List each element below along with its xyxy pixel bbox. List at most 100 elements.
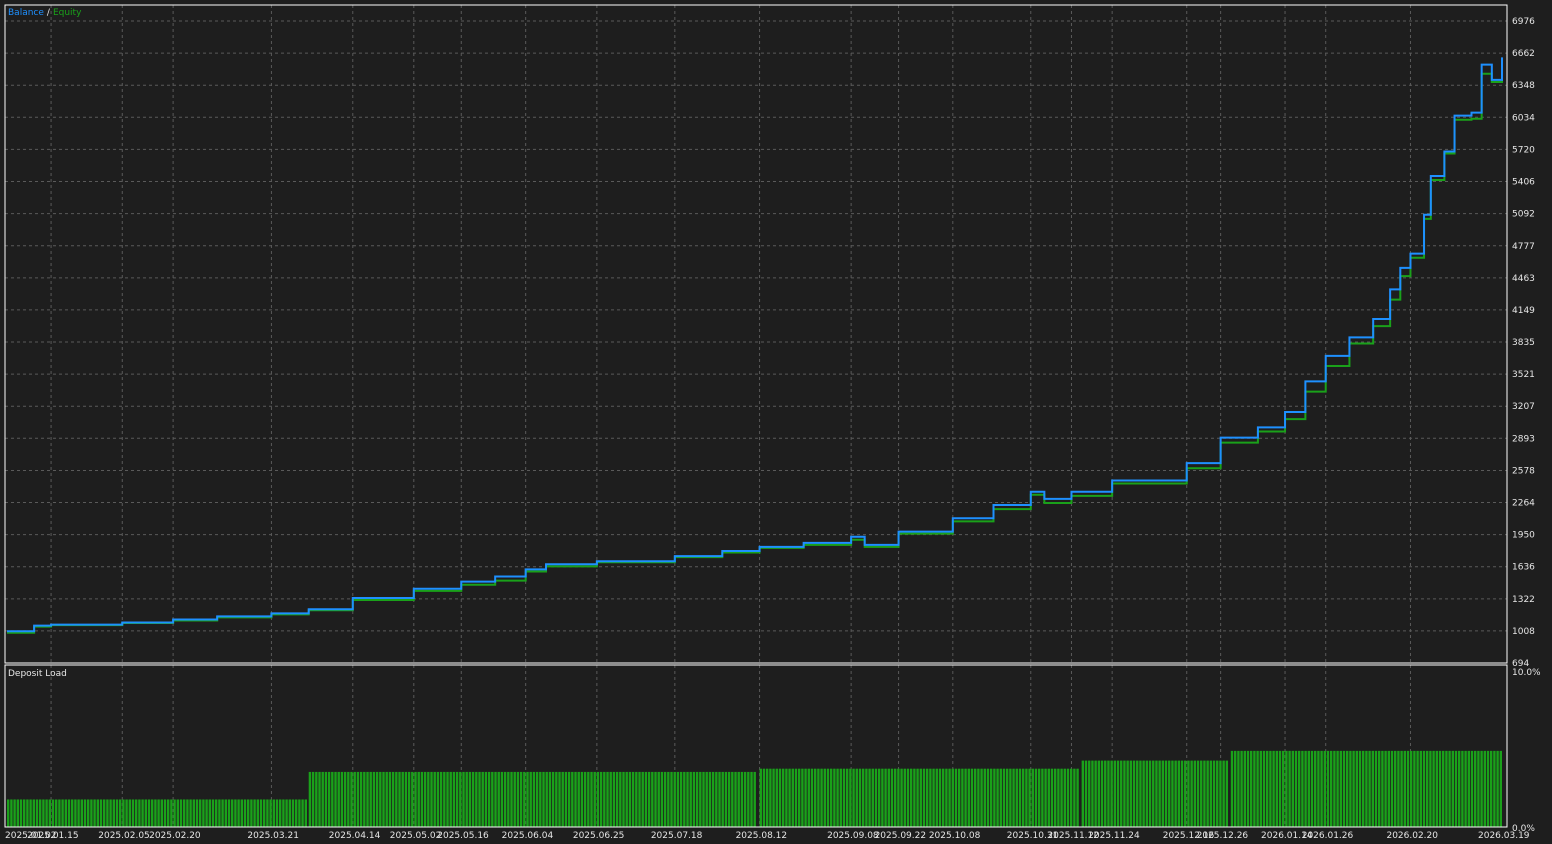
- deposit-load-bar: [932, 768, 935, 827]
- deposit-load-bar: [1419, 750, 1422, 827]
- deposit-load-bar: [1371, 750, 1374, 827]
- deposit-load-title: Deposit Load: [8, 669, 67, 679]
- deposit-load-bar: [1012, 768, 1015, 827]
- deposit-load-bar: [571, 771, 574, 827]
- deposit-load-bar: [141, 799, 144, 827]
- deposit-load-bar: [253, 799, 256, 827]
- deposit-load-bar: [638, 771, 641, 827]
- deposit-load-bar: [705, 771, 708, 827]
- deposit-load-bar: [90, 799, 93, 827]
- deposit-load-bar: [1499, 750, 1502, 827]
- deposit-load-bar: [561, 771, 564, 827]
- deposit-load-bar: [1005, 768, 1009, 827]
- deposit-load-bar: [1148, 760, 1152, 827]
- deposit-load-bar: [1116, 760, 1120, 827]
- deposit-load-bar: [628, 771, 632, 827]
- deposit-load-bar: [1240, 750, 1243, 827]
- deposit-load-bar: [935, 768, 938, 827]
- deposit-load-bar: [945, 768, 948, 827]
- deposit-load-bar: [929, 768, 932, 827]
- deposit-load-bar: [243, 799, 247, 827]
- deposit-load-bar: [1091, 760, 1094, 827]
- deposit-load-bar: [234, 799, 237, 827]
- deposit-load-bar: [167, 799, 170, 827]
- deposit-load-bar: [353, 771, 356, 827]
- deposit-load-ymax-label: 10.0%: [1512, 668, 1541, 678]
- deposit-load-bar: [871, 768, 874, 827]
- deposit-load-bar: [507, 771, 510, 827]
- deposit-load-bar: [577, 771, 580, 827]
- deposit-load-bar: [83, 799, 87, 827]
- x-tick-label: 2025.02.05: [98, 831, 150, 841]
- deposit-load-bar: [484, 771, 488, 827]
- deposit-load-bar: [938, 768, 942, 827]
- y-tick-label: 6034: [1512, 113, 1535, 123]
- deposit-load-bar: [500, 771, 504, 827]
- deposit-load-bar: [1393, 750, 1397, 827]
- deposit-load-bar: [151, 799, 154, 827]
- deposit-load-bar: [961, 768, 964, 827]
- deposit-load-bar: [417, 771, 420, 827]
- deposit-load-bar: [285, 799, 288, 827]
- deposit-load-bar: [673, 771, 676, 827]
- deposit-load-bar: [1390, 750, 1394, 827]
- deposit-load-bar: [1212, 760, 1216, 827]
- y-tick-label: 5092: [1512, 210, 1535, 220]
- deposit-load-bar: [615, 771, 619, 827]
- deposit-load-bar: [1076, 768, 1079, 827]
- deposit-load-bar: [1294, 750, 1298, 827]
- x-tick-label: 2025.05.16: [437, 831, 489, 841]
- deposit-load-bar: [109, 799, 112, 827]
- deposit-load-bar: [794, 768, 798, 827]
- deposit-load-bar: [980, 768, 983, 827]
- deposit-load-bar: [989, 768, 993, 827]
- legend-equity-label: Equity: [53, 8, 82, 18]
- deposit-load-bar: [1422, 750, 1426, 827]
- deposit-load-bar: [996, 768, 999, 827]
- deposit-load-bar: [801, 768, 804, 827]
- deposit-load-bar: [1041, 768, 1044, 827]
- deposit-load-bar: [715, 771, 718, 827]
- deposit-load-bar: [1063, 768, 1066, 827]
- deposit-load-bar: [724, 771, 728, 827]
- deposit-load-bar: [941, 768, 945, 827]
- deposit-load-bar: [1174, 760, 1177, 827]
- deposit-load-bar: [288, 799, 291, 827]
- deposit-load-bar: [548, 771, 552, 827]
- deposit-load-bar: [1034, 768, 1038, 827]
- deposit-load-bar: [1329, 750, 1333, 827]
- deposit-load-bar: [865, 768, 868, 827]
- deposit-load-bar: [112, 799, 115, 827]
- deposit-load-bar: [324, 771, 328, 827]
- deposit-load-bar: [852, 768, 855, 827]
- x-tick-label: 2025.06.04: [502, 831, 554, 841]
- x-tick-label: 2025.11.24: [1088, 831, 1140, 841]
- deposit-load-bar: [39, 799, 42, 827]
- deposit-load-bar: [1477, 750, 1480, 827]
- deposit-load-bar: [1432, 750, 1435, 827]
- deposit-load-bar: [363, 771, 366, 827]
- deposit-load-bar: [1123, 760, 1126, 827]
- x-tick-label: 2025.02.20: [149, 831, 201, 841]
- deposit-load-bar: [298, 799, 301, 827]
- deposit-load-bar: [1323, 750, 1326, 827]
- x-tick-label: 2025.05.02: [390, 831, 442, 841]
- deposit-load-bar: [1216, 760, 1219, 827]
- deposit-load-bar: [555, 771, 558, 827]
- deposit-load-bar: [1361, 750, 1365, 827]
- deposit-load-bar: [861, 768, 865, 827]
- deposit-load-bar: [1249, 750, 1253, 827]
- deposit-load-bar: [788, 768, 791, 827]
- deposit-load-bar: [385, 771, 388, 827]
- deposit-load-bar: [1352, 750, 1355, 827]
- deposit-load-bar: [439, 771, 443, 827]
- deposit-load-bar: [951, 768, 954, 827]
- deposit-load-bar: [205, 799, 208, 827]
- deposit-load-bar: [26, 799, 29, 827]
- deposit-load-bar: [849, 768, 852, 827]
- deposit-load-bar: [523, 771, 526, 827]
- deposit-load-bar: [87, 799, 90, 827]
- deposit-load-bar: [7, 799, 10, 827]
- deposit-load-bar: [1489, 750, 1493, 827]
- deposit-load-bar: [1441, 750, 1445, 827]
